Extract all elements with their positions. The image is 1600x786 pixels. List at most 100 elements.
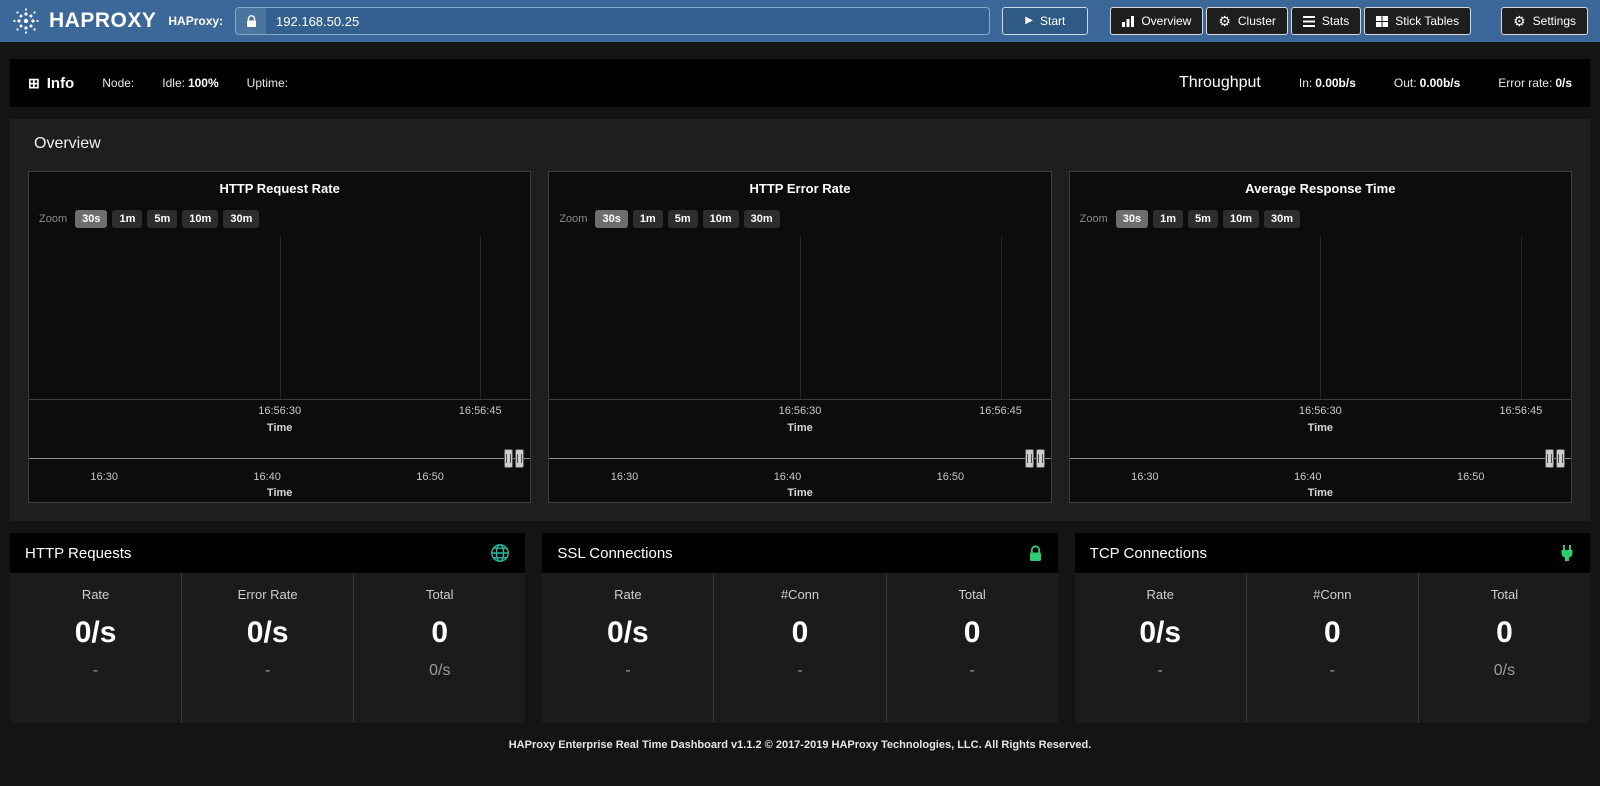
info-bar: ⊞ Info Node: Idle:100% Uptime: Throughpu…: [10, 59, 1590, 107]
navigator-axis-title: Time: [549, 487, 1050, 499]
bar-chart-icon: [1122, 16, 1134, 27]
stat-column: Rate 0/s -: [542, 573, 713, 723]
nav-group: Overview ⚙ Cluster Stats Stick Tables: [1110, 7, 1471, 35]
chart-gridline: [280, 236, 281, 399]
zoom-30s-button[interactable]: 30s: [1116, 210, 1148, 228]
stat-value: 0: [1247, 616, 1418, 650]
throughput-group: Throughput In:0.00b/s Out:0.00b/s Error …: [1179, 74, 1572, 92]
navigator-tick: 16:40: [253, 471, 281, 483]
expand-icon: ⊞: [28, 75, 40, 92]
chart-panel-http-error-rate: HTTP Error Rate Zoom 30s 1m 5m 10m 30m 1…: [548, 171, 1051, 503]
navigator-handle[interactable]: [1545, 449, 1554, 468]
lock-icon: [236, 8, 266, 34]
zoom-label: Zoom: [39, 213, 67, 225]
card-body: Rate 0/s - #Conn 0 - Total 0 0/s: [1075, 573, 1590, 723]
chart-gridline: [1001, 236, 1002, 399]
address-input[interactable]: [266, 8, 989, 34]
navigator-handle[interactable]: [515, 449, 524, 468]
navigator-axis: [1070, 458, 1571, 459]
info-expander[interactable]: ⊞ Info: [28, 75, 74, 92]
section-title: Overview: [18, 135, 1582, 153]
throughput-label: Throughput: [1179, 74, 1261, 92]
zoom-1m-button[interactable]: 1m: [1153, 210, 1183, 228]
card-header: HTTP Requests: [10, 533, 525, 573]
error-rate-value: 0/s: [1555, 76, 1572, 90]
zoom-5m-button[interactable]: 5m: [1188, 210, 1218, 228]
zoom-5m-button[interactable]: 5m: [668, 210, 698, 228]
throughput-out-field: Out:0.00b/s: [1394, 76, 1460, 90]
nav-stats-label: Stats: [1322, 14, 1349, 28]
nav-stats-button[interactable]: Stats: [1291, 7, 1361, 35]
x-axis-tick: 16:56:30: [258, 405, 301, 417]
navigator-tick: 16:50: [416, 471, 444, 483]
navigator-handle[interactable]: [1556, 449, 1565, 468]
stat-value: 0: [887, 616, 1058, 650]
zoom-30m-button[interactable]: 30m: [1264, 210, 1300, 228]
x-axis: [29, 399, 530, 400]
gear-icon: ⚙: [1513, 14, 1526, 28]
card-body: Rate 0/s - #Conn 0 - Total 0 -: [542, 573, 1057, 723]
stat-sub: -: [10, 662, 181, 680]
stat-value: 0/s: [10, 616, 181, 650]
overview-section: Overview HTTP Request Rate Zoom 30s 1m 5…: [10, 119, 1590, 521]
grid-icon: [1376, 16, 1388, 27]
zoom-10m-button[interactable]: 10m: [703, 210, 739, 228]
stat-sub: -: [714, 662, 885, 680]
card-ssl-connections: SSL Connections Rate 0/s - #Conn 0 - Tot…: [542, 533, 1057, 723]
chart-gridline: [1521, 236, 1522, 399]
brand-name: HAPROXY: [49, 9, 156, 33]
navigator-handle[interactable]: [1036, 449, 1045, 468]
brand: HAPROXY: [12, 7, 156, 35]
zoom-30m-button[interactable]: 30m: [223, 210, 259, 228]
idle-label: Idle:: [162, 76, 185, 90]
card-http-requests: HTTP Requests Rate 0/s - Error Rate 0/s …: [10, 533, 525, 723]
stat-sub: -: [1247, 662, 1418, 680]
x-axis-title: Time: [549, 422, 1050, 434]
plug-icon: [1559, 545, 1575, 562]
uptime-label: Uptime:: [247, 76, 288, 90]
list-icon: [1303, 16, 1315, 27]
zoom-10m-button[interactable]: 10m: [1223, 210, 1259, 228]
chart-gridline: [480, 236, 481, 399]
navigator-handle[interactable]: [1025, 449, 1034, 468]
zoom-30m-button[interactable]: 30m: [744, 210, 780, 228]
lock-icon: [1028, 545, 1043, 562]
settings-button[interactable]: ⚙ Settings: [1501, 7, 1588, 35]
stat-header: #Conn: [714, 587, 885, 602]
zoom-1m-button[interactable]: 1m: [633, 210, 663, 228]
gears-icon: ⚙: [1218, 14, 1231, 28]
in-label: In:: [1299, 76, 1312, 90]
haproxy-logo-icon: [12, 7, 40, 35]
navigator-tick: 16:30: [611, 471, 639, 483]
x-axis-tick: 16:56:30: [1299, 405, 1342, 417]
node-field: Node:: [102, 76, 134, 90]
settings-label: Settings: [1533, 14, 1576, 28]
stat-header: Rate: [10, 587, 181, 602]
card-header: TCP Connections: [1075, 533, 1590, 573]
navigator-handle[interactable]: [504, 449, 513, 468]
stat-column: #Conn 0 -: [1246, 573, 1418, 723]
zoom-10m-button[interactable]: 10m: [182, 210, 218, 228]
nav-overview-button[interactable]: Overview: [1110, 7, 1203, 35]
x-axis: [1070, 399, 1571, 400]
x-axis-tick: 16:56:45: [979, 405, 1022, 417]
nav-cluster-button[interactable]: ⚙ Cluster: [1206, 7, 1288, 35]
stat-column: Total 0 0/s: [353, 573, 525, 723]
navigator-axis-title: Time: [29, 487, 530, 499]
zoom-30s-button[interactable]: 30s: [595, 210, 627, 228]
zoom-1m-button[interactable]: 1m: [112, 210, 142, 228]
stat-value: 0/s: [182, 616, 353, 650]
start-button[interactable]: ▶ Start: [1002, 7, 1088, 35]
zoom-30s-button[interactable]: 30s: [75, 210, 107, 228]
card-header: SSL Connections: [542, 533, 1057, 573]
zoom-controls: Zoom 30s 1m 5m 10m 30m: [39, 210, 259, 228]
chart-title: Average Response Time: [1070, 181, 1571, 196]
idle-field: Idle:100%: [162, 76, 218, 90]
out-label: Out:: [1394, 76, 1417, 90]
navigator-axis-title: Time: [1070, 487, 1571, 499]
chart-panels: HTTP Request Rate Zoom 30s 1m 5m 10m 30m…: [18, 171, 1582, 503]
zoom-5m-button[interactable]: 5m: [147, 210, 177, 228]
stat-header: Rate: [1075, 587, 1246, 602]
nav-stick-tables-button[interactable]: Stick Tables: [1364, 7, 1471, 35]
stat-sub: -: [542, 662, 713, 680]
